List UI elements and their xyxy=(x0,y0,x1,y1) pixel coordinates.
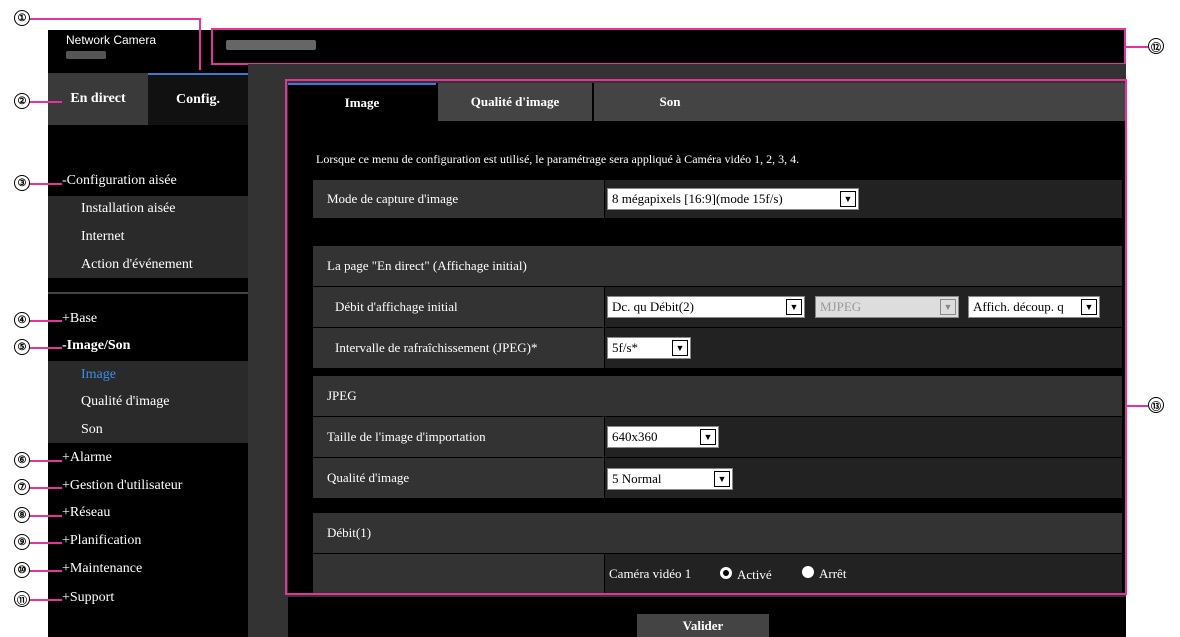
callout-9: ⑨ xyxy=(14,534,30,550)
callout-7: ⑦ xyxy=(14,479,30,495)
tab-live[interactable]: En direct xyxy=(48,73,148,125)
nav-maintenance[interactable]: +Maintenance xyxy=(62,561,142,577)
header-highlight xyxy=(211,28,1126,65)
camera-model-blurred xyxy=(66,51,106,59)
nav-event-action[interactable]: Action d'événement xyxy=(81,257,193,273)
nav-easy-install[interactable]: Installation aisée xyxy=(81,201,175,217)
callout-6: ⑥ xyxy=(14,452,30,468)
callout-13: ⑬ xyxy=(1148,397,1164,413)
nav-user-mgmt[interactable]: +Gestion d'utilisateur xyxy=(62,478,182,494)
nav-network[interactable]: +Réseau xyxy=(62,505,110,521)
callout-8: ⑧ xyxy=(14,507,30,523)
callout-1: ① xyxy=(14,10,30,26)
callout-2: ② xyxy=(14,93,30,109)
callout-12: ⑫ xyxy=(1148,38,1164,54)
nav-internet[interactable]: Internet xyxy=(81,229,125,245)
nav-schedule[interactable]: +Planification xyxy=(62,533,141,549)
nav-image-quality[interactable]: Qualité d'image xyxy=(81,394,169,410)
nav-audio[interactable]: Son xyxy=(81,422,103,438)
callout-10: ⑩ xyxy=(14,562,30,578)
divider xyxy=(48,292,248,294)
nav-image[interactable]: Image xyxy=(81,367,116,383)
callout-11: ⑪ xyxy=(14,591,30,607)
nav-support[interactable]: +Support xyxy=(62,590,114,606)
callout-4: ④ xyxy=(14,312,30,328)
callout-3: ③ xyxy=(14,175,30,191)
nav-alarm[interactable]: +Alarme xyxy=(62,450,112,466)
callout-line xyxy=(199,18,201,70)
callout-5: ⑤ xyxy=(14,339,30,355)
callout-line xyxy=(30,18,200,20)
tab-config[interactable]: Config. xyxy=(148,73,248,125)
nav-base[interactable]: +Base xyxy=(62,311,97,327)
brand-name: Network Camera xyxy=(66,33,157,47)
callout-line xyxy=(1126,405,1148,407)
nav-image-audio[interactable]: -Image/Son xyxy=(62,338,130,354)
callout-line xyxy=(1126,46,1148,48)
panel-highlight xyxy=(285,79,1127,595)
apply-button[interactable]: Valider xyxy=(637,614,769,637)
nav-easy-setup[interactable]: -Configuration aisée xyxy=(62,173,177,189)
